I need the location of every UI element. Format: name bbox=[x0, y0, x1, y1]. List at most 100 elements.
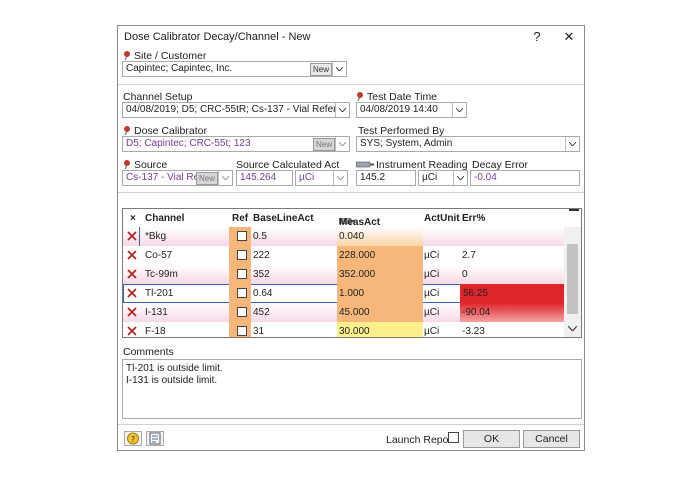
syringe-icon bbox=[355, 160, 374, 169]
chevron-down-icon[interactable] bbox=[335, 137, 349, 151]
ref-checkbox[interactable] bbox=[237, 307, 247, 317]
decay-error-value: -0.04 bbox=[474, 172, 497, 183]
source-combo[interactable]: Cs-137 - Vial Refe New bbox=[122, 170, 233, 186]
chevron-down-icon[interactable] bbox=[218, 171, 232, 185]
delete-row-icon[interactable] bbox=[126, 248, 138, 262]
unit-column-header[interactable]: ActUnit bbox=[424, 213, 460, 224]
dose-calibrator-new-button[interactable]: New bbox=[312, 138, 335, 151]
meas-cell[interactable]: 0.040 bbox=[337, 227, 423, 246]
divider bbox=[118, 84, 584, 85]
unit-cell: µCi bbox=[424, 269, 440, 280]
baseline-cell: 352 bbox=[253, 269, 270, 280]
comments-textarea[interactable]: Tl-201 is outside limit. I-131 is outsid… bbox=[122, 359, 582, 419]
pushpin-icon bbox=[123, 51, 132, 61]
delete-row-icon[interactable] bbox=[126, 324, 138, 337]
channel-cell: Tl-201 bbox=[145, 288, 174, 299]
ref-checkbox[interactable] bbox=[237, 288, 247, 298]
err-cell: 2.7 bbox=[462, 250, 476, 261]
performed-by-value: SYS; System, Admin bbox=[360, 138, 453, 149]
baseline-cell: 222 bbox=[253, 250, 270, 261]
err-cell: -90.04 bbox=[460, 303, 566, 322]
grid-header: × Channel Ref BaseLineAct MeasAct ActUni… bbox=[123, 209, 581, 228]
delete-row-icon[interactable] bbox=[126, 229, 138, 243]
unit-cell: µCi bbox=[424, 250, 440, 261]
scrollbar-thumb[interactable] bbox=[567, 244, 578, 314]
source-calc-value-field: 145.264 bbox=[236, 170, 293, 186]
err-column-header[interactable]: Err% bbox=[462, 213, 485, 224]
performed-by-combo[interactable]: SYS; System, Admin bbox=[356, 136, 580, 152]
source-calc-unit-combo: µCi bbox=[295, 170, 348, 186]
cancel-button[interactable]: Cancel bbox=[523, 430, 580, 448]
ref-column-header[interactable]: Ref bbox=[232, 213, 248, 224]
grid-scrollbar[interactable] bbox=[564, 227, 581, 337]
baseline-cell: 0.5 bbox=[253, 231, 267, 242]
table-row[interactable]: Co-57 222 228.000 µCi 2.7 bbox=[123, 246, 564, 265]
baseline-cell: 0.64 bbox=[253, 288, 273, 299]
unit-cell: µCi bbox=[424, 307, 440, 318]
site-value: Capintec; Capintec, Inc. bbox=[126, 63, 233, 74]
report-icon[interactable] bbox=[146, 431, 164, 446]
close-button[interactable]: ✕ bbox=[558, 28, 580, 46]
table-row[interactable]: Tc-99m 352 352.000 µCi 0 bbox=[123, 265, 564, 284]
dose-calibrator-combo[interactable]: D5; Capintec; CRC-55t; 123 New bbox=[122, 136, 350, 152]
chevron-down-icon[interactable] bbox=[565, 137, 579, 151]
ref-checkbox[interactable] bbox=[237, 250, 247, 260]
table-row[interactable]: F-18 31 30.000 µCi -3.23 bbox=[123, 322, 564, 337]
meas-cell[interactable]: 352.000 bbox=[337, 265, 423, 284]
chevron-down-icon[interactable] bbox=[332, 62, 346, 76]
ref-checkbox[interactable] bbox=[237, 326, 247, 336]
meas-cell[interactable]: 30.000 bbox=[337, 322, 423, 337]
delete-row-icon[interactable] bbox=[126, 267, 138, 281]
comment-line: Tl-201 is outside limit. bbox=[126, 363, 223, 374]
delete-row-icon[interactable] bbox=[126, 286, 138, 300]
site-new-button[interactable]: New bbox=[309, 63, 332, 76]
channel-cell: Co-57 bbox=[145, 250, 173, 261]
instrument-unit: µCi bbox=[422, 172, 438, 183]
unit-cell: µCi bbox=[424, 326, 440, 337]
channel-cell: Tc-99m bbox=[145, 269, 178, 280]
unit-cell: µCi bbox=[424, 288, 440, 299]
ref-checkbox[interactable] bbox=[237, 231, 247, 241]
dialog-window: Dose Calibrator Decay/Channel - New ? ✕ … bbox=[117, 25, 585, 451]
delete-row-icon[interactable] bbox=[126, 305, 138, 319]
baseline-column-header[interactable]: BaseLineAct bbox=[253, 213, 314, 224]
site-combo[interactable]: Capintec; Capintec, Inc. New bbox=[122, 61, 347, 77]
meas-cell[interactable]: 228.000 bbox=[337, 246, 423, 265]
channel-setup-combo[interactable]: 04/08/2019; D5; CRC-55tR; Cs-137 - Vial … bbox=[122, 102, 350, 118]
comments-label: Comments bbox=[123, 346, 174, 358]
baseline-cell: 31 bbox=[253, 326, 265, 337]
channel-cell: F-18 bbox=[145, 326, 166, 337]
instrument-unit-combo[interactable]: µCi bbox=[418, 170, 468, 186]
ok-button[interactable]: OK bbox=[463, 430, 520, 448]
test-date-picker[interactable]: 04/08/2019 14:40 bbox=[356, 102, 467, 118]
ref-checkbox[interactable] bbox=[237, 269, 247, 279]
channel-setup-value: 04/08/2019; D5; CRC-55tR; Cs-137 - Vial … bbox=[126, 104, 350, 115]
table-row[interactable]: I-131 452 45.000 µCi -90.04 bbox=[123, 303, 566, 322]
channel-grid: × Channel Ref BaseLineAct MeasAct ActUni… bbox=[122, 208, 582, 338]
window-title: Dose Calibrator Decay/Channel - New bbox=[124, 31, 311, 43]
test-date-value: 04/08/2019 14:40 bbox=[360, 104, 438, 115]
meas-cell[interactable]: 1.000 bbox=[337, 284, 423, 303]
instrument-reading-input[interactable]: 145.2 bbox=[356, 170, 416, 186]
launch-report-checkbox[interactable] bbox=[448, 432, 459, 443]
help-icon[interactable]: ? bbox=[124, 431, 142, 446]
meas-cell[interactable]: 45.000 bbox=[337, 303, 423, 322]
divider bbox=[118, 192, 584, 193]
table-row[interactable]: *Bkg 0.5 0.040 bbox=[123, 227, 564, 246]
chevron-down-icon bbox=[333, 171, 347, 185]
source-new-button[interactable]: New bbox=[195, 172, 218, 185]
err-cell: -3.23 bbox=[462, 326, 485, 337]
table-row[interactable]: Tl-201 0.64 1.000 µCi 56.25 bbox=[123, 284, 566, 303]
chevron-down-icon[interactable] bbox=[452, 103, 466, 117]
title-bar: Dose Calibrator Decay/Channel - New ? ✕ bbox=[118, 26, 584, 48]
chevron-down-icon[interactable] bbox=[567, 322, 578, 334]
delete-column-header: × bbox=[130, 213, 136, 224]
err-cell: 0 bbox=[462, 269, 468, 280]
help-button[interactable]: ? bbox=[526, 28, 548, 46]
chevron-down-icon[interactable] bbox=[335, 103, 349, 117]
launch-report-label: Launch Report bbox=[386, 434, 455, 446]
source-calc-value: 145.264 bbox=[240, 172, 277, 183]
dose-calibrator-value: D5; Capintec; CRC-55t; 123 bbox=[126, 138, 251, 149]
channel-column-header[interactable]: Channel bbox=[145, 213, 184, 224]
chevron-down-icon[interactable] bbox=[453, 171, 467, 185]
